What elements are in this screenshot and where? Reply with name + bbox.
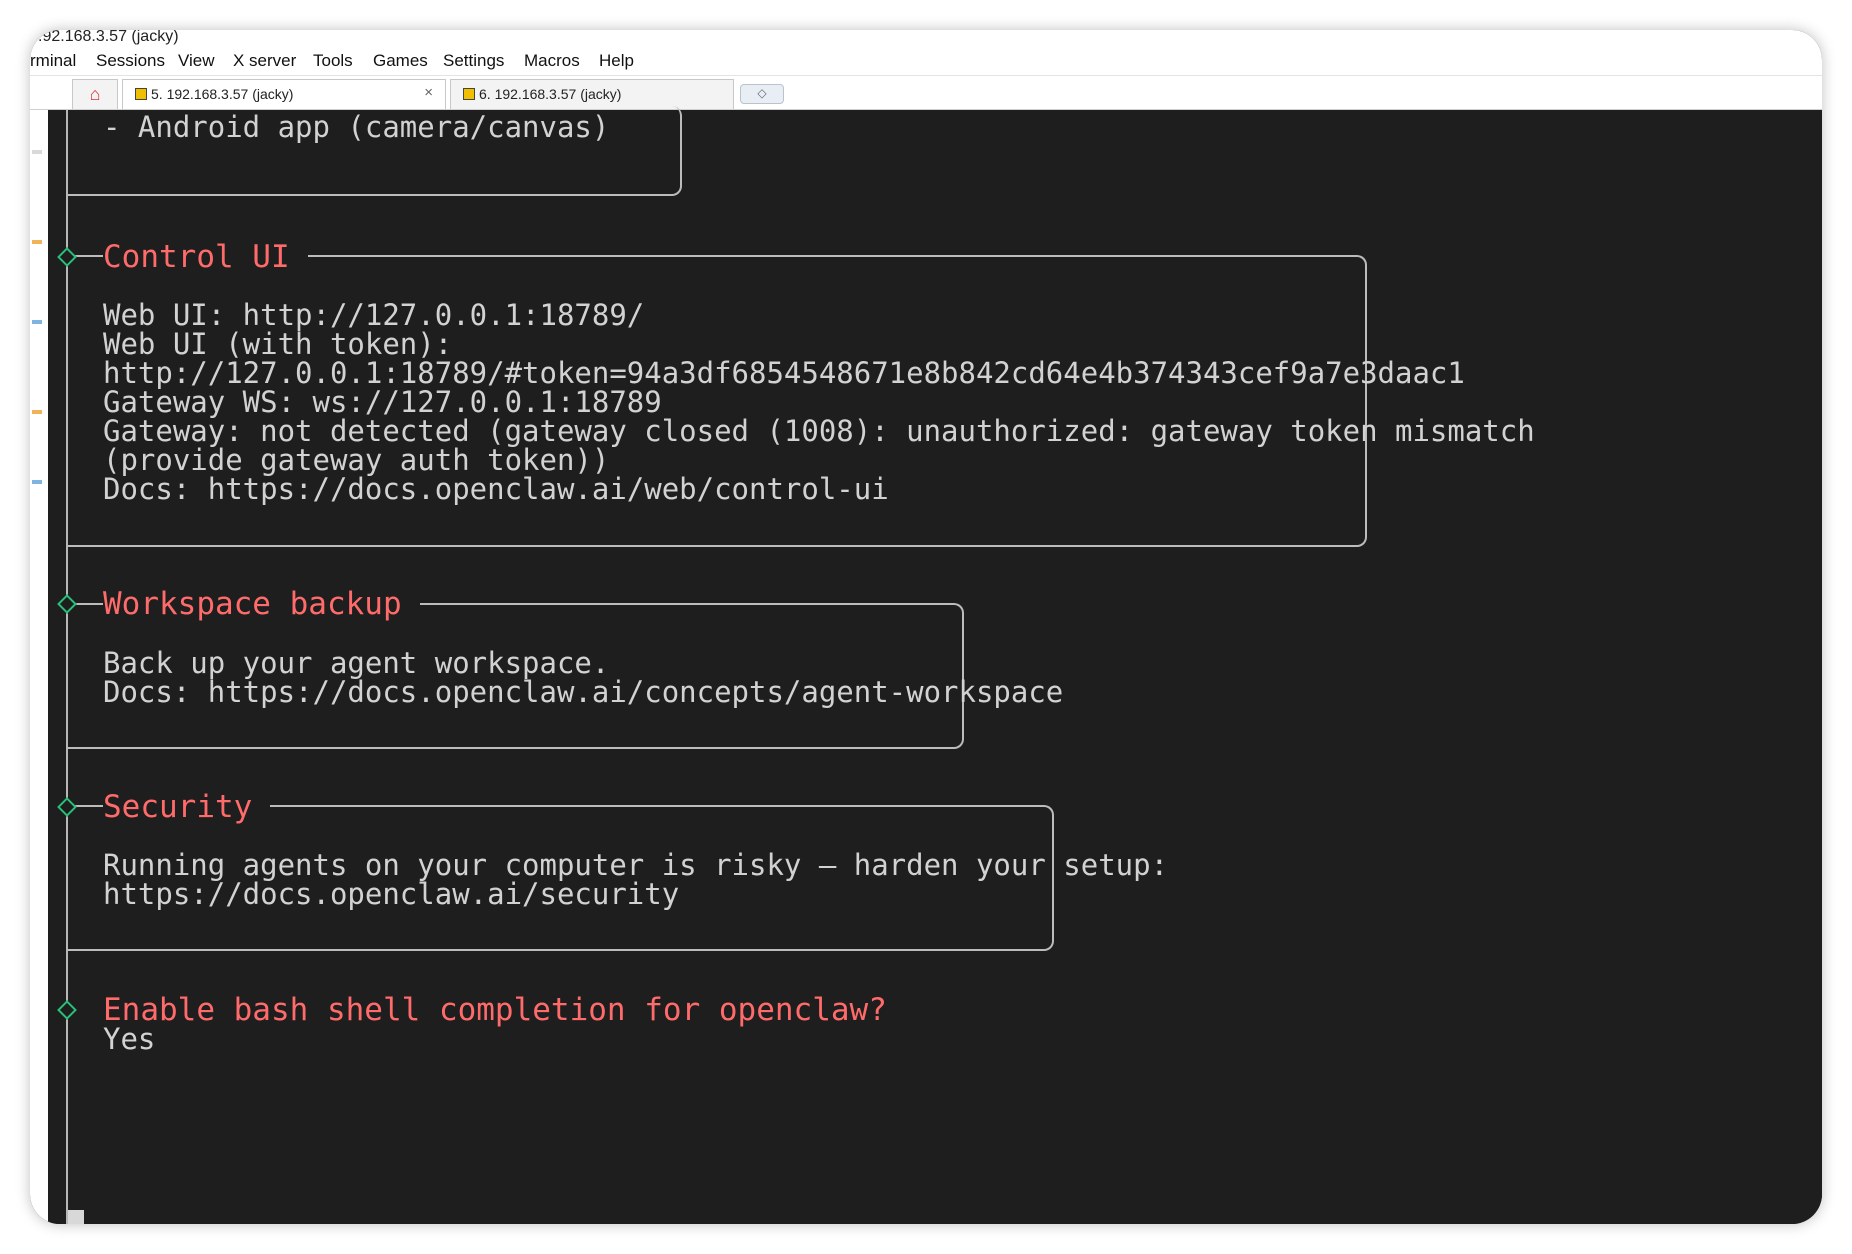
section-heading-workspace-backup: Workspace backup: [103, 587, 420, 621]
home-tab[interactable]: ⌂: [72, 79, 118, 109]
session-tab-bar: ⌂ 5. 192.168.3.57 (jacky) × 6. 192.168.3…: [30, 76, 1822, 110]
prompt-question: Enable bash shell completion for opencla…: [103, 993, 905, 1027]
side-marker: [32, 150, 42, 154]
plus-icon: ◇: [757, 86, 767, 100]
tab-label: 5. 192.168.3.57 (jacky): [151, 86, 294, 102]
side-panel-strip[interactable]: [30, 110, 49, 1224]
prompt-answer: Yes: [103, 1022, 156, 1056]
terminal-line: https://docs.openclaw.ai/security: [103, 877, 680, 911]
side-marker: [32, 480, 42, 484]
menu-settings[interactable]: Settings: [443, 51, 504, 71]
menu-help[interactable]: Help: [599, 51, 634, 71]
terminal-icon: [463, 88, 475, 100]
menu-sessions[interactable]: Sessions: [96, 51, 165, 71]
diamond-icon: [57, 1000, 77, 1020]
menu-bar: rminal Sessions View X server Tools Game…: [30, 48, 1822, 76]
section-heading-control-ui: Control UI: [103, 240, 308, 274]
terminal-line: - Android app (camera/canvas): [103, 110, 610, 144]
terminal-cursor: [68, 1210, 84, 1224]
mobaxterm-window: .92.168.3.57 (jacky) rminal Sessions Vie…: [30, 30, 1822, 1224]
side-marker: [32, 240, 42, 244]
section-heading-security: Security: [103, 790, 271, 824]
window-title: .92.168.3.57 (jacky): [30, 30, 1822, 48]
menu-games[interactable]: Games: [373, 51, 428, 71]
side-marker: [32, 410, 42, 414]
menu-x-server[interactable]: X server: [233, 51, 296, 71]
menu-macros[interactable]: Macros: [524, 51, 580, 71]
terminal-line: Docs: https://docs.openclaw.ai/web/contr…: [103, 472, 889, 506]
side-marker: [32, 320, 42, 324]
terminal-icon: [135, 88, 147, 100]
menu-view[interactable]: View: [178, 51, 215, 71]
home-icon: ⌂: [89, 84, 101, 104]
menu-tools[interactable]: Tools: [313, 51, 353, 71]
terminal-area[interactable]: - Android app (camera/canvas) Control UI…: [48, 106, 1822, 1224]
tab-label: 6. 192.168.3.57 (jacky): [479, 86, 622, 102]
menu-terminal[interactable]: rminal: [30, 51, 76, 71]
new-tab-button[interactable]: ◇: [740, 84, 784, 104]
tab-session-5[interactable]: 5. 192.168.3.57 (jacky) ×: [122, 79, 446, 109]
terminal-line: Docs: https://docs.openclaw.ai/concepts/…: [103, 675, 1064, 709]
tab-session-6[interactable]: 6. 192.168.3.57 (jacky): [450, 79, 734, 109]
close-icon[interactable]: ×: [424, 84, 433, 101]
